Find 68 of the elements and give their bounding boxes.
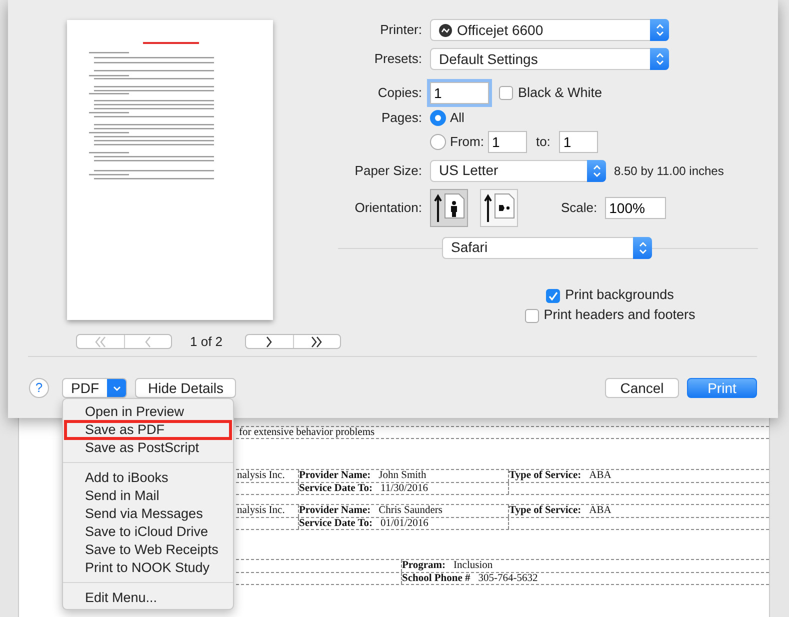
radio-button[interactable] xyxy=(430,134,446,150)
cancel-button[interactable]: Cancel xyxy=(605,378,679,398)
copies-field[interactable]: 1 xyxy=(430,82,489,104)
field-label: Printer: xyxy=(379,21,423,40)
field-label: to: xyxy=(536,132,550,151)
field-label: Provider Name: xyxy=(299,470,371,481)
field-value: John Smith xyxy=(378,470,426,481)
menu-item[interactable]: Save to iCloud Drive xyxy=(65,523,231,541)
menu-item[interactable]: Edit Menu... xyxy=(65,589,231,607)
field-label: Service Date To: xyxy=(299,518,372,528)
double-chevron-right-icon xyxy=(309,334,324,349)
field-label: Provider Name: xyxy=(299,505,371,516)
section-popup[interactable]: Safari xyxy=(442,236,652,258)
field-label: Program: xyxy=(402,560,446,571)
menu-item[interactable]: Save to Web Receipts xyxy=(65,541,231,559)
document-text: nalysis Inc. xyxy=(237,470,285,481)
portrait-icon xyxy=(433,192,465,224)
checkbox[interactable] xyxy=(524,308,539,322)
menu-item[interactable]: Save as PostScript xyxy=(65,439,231,457)
landscape-button[interactable] xyxy=(480,188,518,226)
printer-icon xyxy=(439,24,452,36)
pdf-menu-button[interactable]: PDF xyxy=(62,378,127,398)
field-value: Chris Saunders xyxy=(378,505,443,516)
field-label: Orientation: xyxy=(354,198,423,217)
landscape-icon xyxy=(483,192,515,224)
checkbox-label: Print headers and footers xyxy=(544,306,696,324)
field-value: 01/01/2016 xyxy=(380,518,428,528)
help-button[interactable]: ? xyxy=(29,378,49,398)
field-value: Inclusion xyxy=(454,560,493,571)
checkbox[interactable] xyxy=(499,86,513,100)
checkbox[interactable] xyxy=(546,288,560,302)
field-label: Copies: xyxy=(376,84,423,102)
field-value: ABA xyxy=(589,505,612,516)
presets-popup[interactable]: Default Settings xyxy=(430,48,669,70)
field-value: ABA xyxy=(589,470,612,481)
page-from-field[interactable]: 1 xyxy=(488,130,527,152)
page-indicator: 1 of 2 xyxy=(190,333,223,351)
scale-field[interactable]: 100% xyxy=(605,196,666,218)
menu-item[interactable]: Open in Preview xyxy=(65,403,231,421)
radio-label: From: xyxy=(450,132,484,151)
radio-button[interactable] xyxy=(430,110,446,126)
field-label: Service Date To: xyxy=(299,482,372,494)
field-value: 11/30/2016 xyxy=(380,482,428,494)
menu-item[interactable]: Save as PDF xyxy=(65,421,231,439)
field-label: Type of Service: xyxy=(509,470,582,481)
field-label: School Phone # xyxy=(402,572,470,584)
portrait-button[interactable] xyxy=(430,188,468,226)
field-label: Type of Service: xyxy=(509,505,582,516)
menu-item[interactable]: Print to NOOK Study xyxy=(65,559,231,577)
hide-details-button[interactable]: Hide Details xyxy=(135,378,236,398)
paper-size-popup[interactable]: US Letter xyxy=(430,160,606,182)
checkbox-label: Black & White xyxy=(518,84,602,102)
field-label: Pages: xyxy=(380,109,423,127)
menu-item[interactable]: Send via Messages xyxy=(65,505,231,523)
field-label: Scale: xyxy=(561,198,598,217)
checkbox-label: Print backgrounds xyxy=(565,286,674,304)
caret-icon xyxy=(112,384,122,392)
field-label: Presets: xyxy=(373,50,423,68)
menu-item[interactable]: Add to iBooks xyxy=(65,469,231,487)
field-label: Paper Size: xyxy=(354,162,423,180)
radio-label: All xyxy=(450,109,464,127)
field-value: 305-764-5632 xyxy=(478,572,538,584)
menu-item[interactable]: Send in Mail xyxy=(65,487,231,505)
paper-dimensions: 8.50 by 11.00 inches xyxy=(614,162,724,180)
document-text: nalysis Inc. xyxy=(237,505,285,516)
printer-popup[interactable]: Officejet 6600 xyxy=(430,19,669,41)
page-to-field[interactable]: 1 xyxy=(559,130,598,152)
document-text: for extensive behavior problems xyxy=(239,426,375,438)
